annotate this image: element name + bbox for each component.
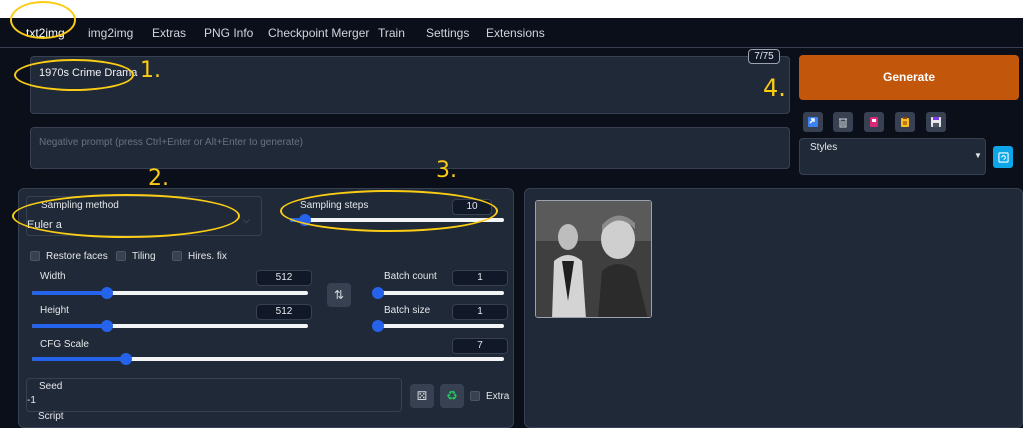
chevron-down-icon: ⌵ [243,215,250,225]
width-handle[interactable] [100,287,113,299]
height-input[interactable]: 512 [256,304,312,320]
generated-image [536,201,651,317]
save-style-button[interactable] [926,112,946,132]
annotation-ring-prompt [14,59,134,91]
restore-faces-label: Restore faces [46,251,108,262]
clipboard-icon [901,117,909,127]
token-counter: 7/75 [748,49,780,64]
swap-dimensions-button[interactable]: ⇅ [327,283,351,307]
hires-fix-checkbox[interactable] [172,251,182,261]
reuse-seed-button[interactable]: ♻ [440,384,464,408]
tab-extras[interactable]: Extras [150,18,188,48]
hires-fix-label: Hires. fix [188,251,227,262]
annotation-number-1: 1. [140,58,161,83]
cfg-scale-input[interactable]: 7 [452,338,508,354]
width-label: Width [40,271,66,282]
batch-count-input[interactable]: 1 [452,270,508,286]
batch-count-slider[interactable] [372,287,504,299]
height-label: Height [40,305,69,316]
clear-prompt-button[interactable] [833,112,853,132]
annotation-ring-sampling-steps [280,190,498,232]
restore-faces-checkbox[interactable] [30,251,40,261]
height-handle[interactable] [100,320,113,332]
cfg-scale-slider[interactable] [32,353,504,365]
tab-train[interactable]: Train [376,18,407,48]
paste-params-button[interactable] [803,112,823,132]
refresh-icon [997,151,1009,163]
trash-icon [839,118,847,128]
batch-size-handle[interactable] [372,320,384,332]
extra-seed-label: Extra [486,391,510,402]
seed-label: Seed [39,381,63,392]
annotation-number-4: 4. [763,74,786,102]
styles-dropdown[interactable]: Styles ▼ [799,138,986,175]
batch-size-slider[interactable] [372,320,504,332]
refresh-styles-button[interactable] [993,146,1013,168]
styles-label: Styles [810,142,838,153]
seed-value: -1 [27,395,36,406]
recycle-icon: ♻ [446,388,458,403]
tiling-checkbox[interactable] [116,251,126,261]
width-slider[interactable] [32,287,308,299]
batch-count-handle[interactable] [372,287,384,299]
tab-png-info[interactable]: PNG Info [202,18,255,48]
apply-style-button[interactable] [895,112,915,132]
card-icon [870,117,878,127]
generated-image-thumbnail[interactable] [535,200,652,318]
cfg-scale-label: CFG Scale [40,339,89,350]
negative-prompt-placeholder: Negative prompt (press Ctrl+Enter or Alt… [39,137,304,148]
tab-checkpoint-merger[interactable]: Checkpoint Merger [266,18,371,48]
tab-settings[interactable]: Settings [424,18,471,48]
tab-img2img[interactable]: img2img [86,18,135,48]
negative-prompt-textarea[interactable]: Negative prompt (press Ctrl+Enter or Alt… [30,127,790,169]
dice-icon: ⚄ [416,389,428,403]
tiling-label: Tiling [132,251,156,262]
annotation-number-2: 2. [148,166,169,191]
caret-down-icon: ▼ [974,151,982,160]
random-seed-button[interactable]: ⚄ [410,384,434,408]
seed-input[interactable]: Seed -1 [26,378,402,412]
extra-networks-button[interactable] [864,112,884,132]
tab-bar: txt2img img2img Extras PNG Info Checkpoi… [0,18,1023,48]
floppy-disk-icon [931,117,941,127]
arrow-icon [808,117,818,127]
generate-button[interactable]: Generate [799,55,1019,100]
annotation-ring-sampling-method [12,194,240,238]
tab-extensions[interactable]: Extensions [484,18,547,48]
width-input[interactable]: 512 [256,270,312,286]
extra-seed-checkbox[interactable] [470,391,480,401]
annotation-ring-txt2img-tab [10,1,76,39]
batch-size-input[interactable]: 1 [452,304,508,320]
swap-arrows-icon: ⇅ [333,288,345,302]
batch-size-label: Batch size [384,305,431,316]
window-top-strip [0,0,1023,18]
annotation-number-3: 3. [436,158,457,183]
height-slider[interactable] [32,320,308,332]
batch-count-label: Batch count [384,271,437,282]
